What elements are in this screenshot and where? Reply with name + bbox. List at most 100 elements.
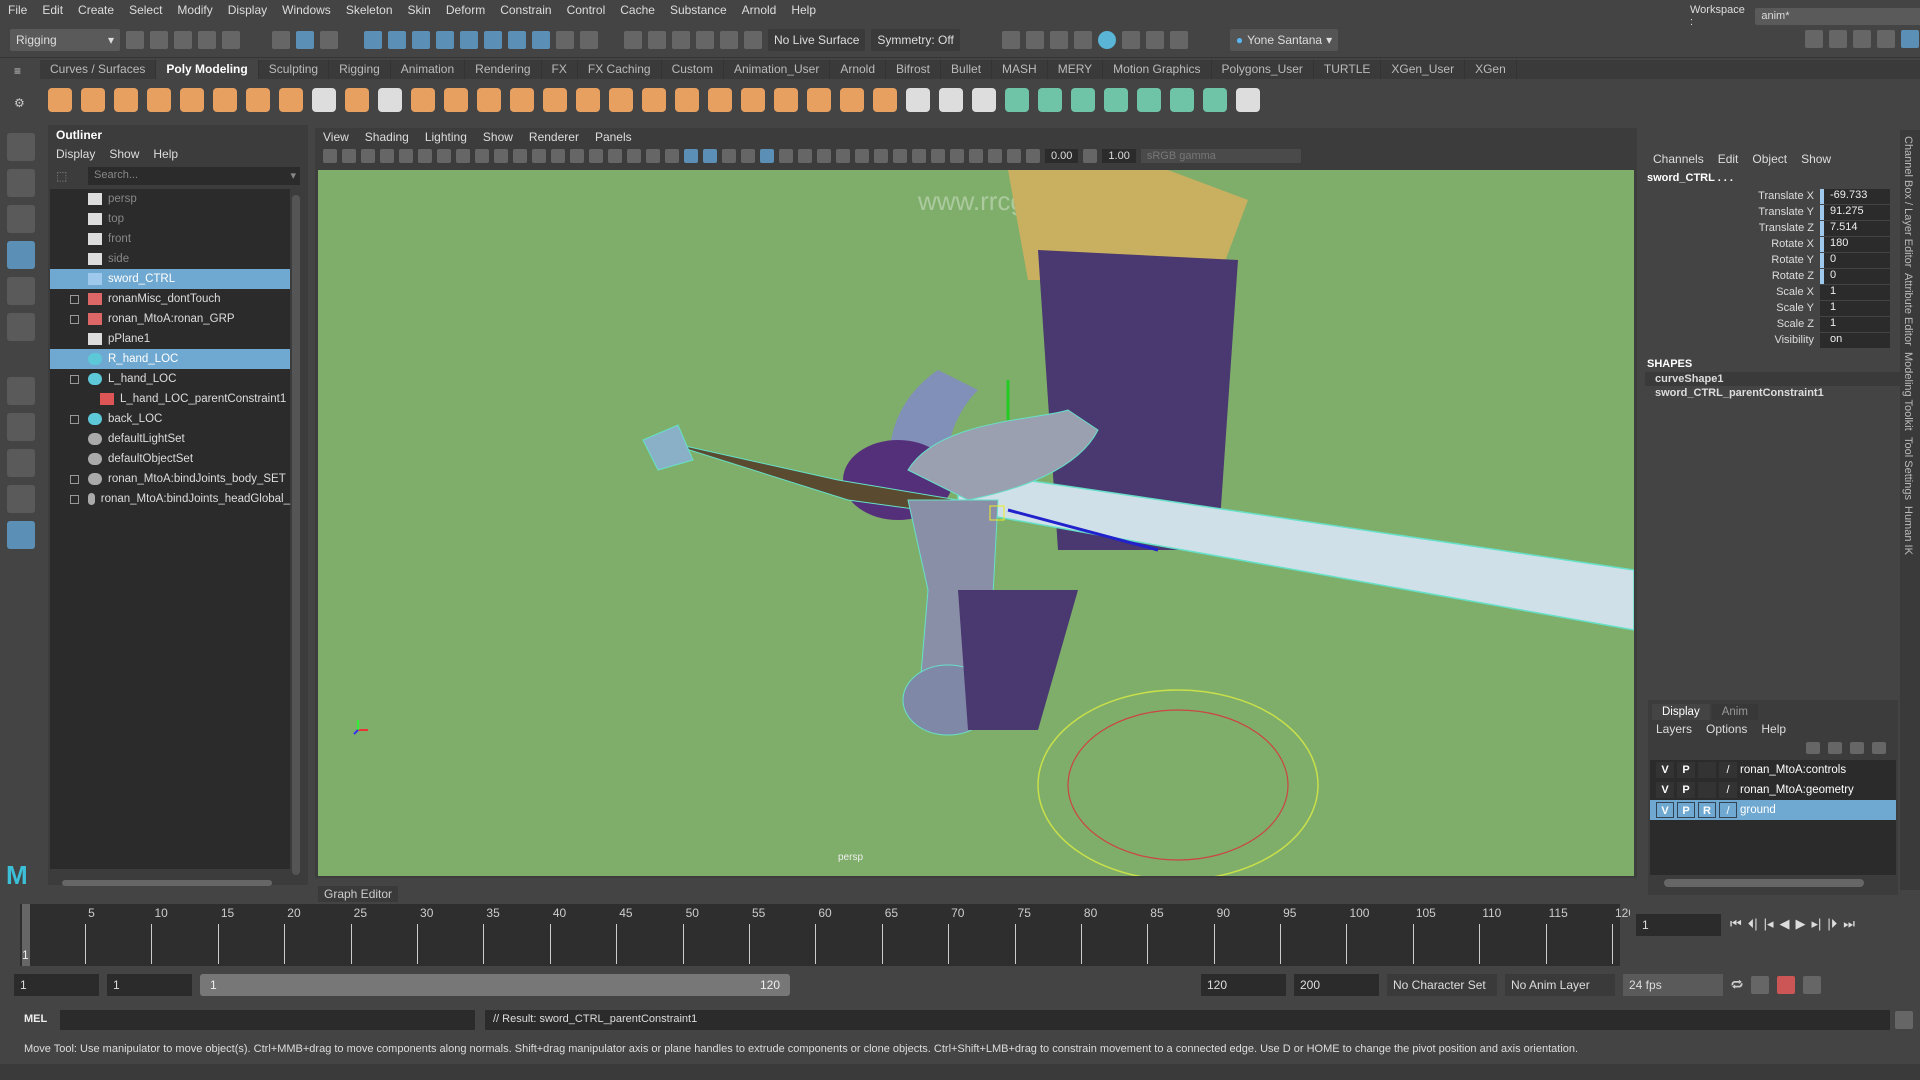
outliner-item[interactable]: ronan_MtoA:bindJoints_headGlobal_: [50, 489, 290, 509]
render-view-icon[interactable]: [1121, 30, 1140, 49]
graph-editor-tab[interactable]: Graph Editor: [318, 886, 399, 902]
viewport-tool-icon[interactable]: [1026, 149, 1040, 163]
menu-cache[interactable]: Cache: [620, 3, 655, 17]
channel-menu-object[interactable]: Object: [1752, 152, 1787, 166]
outliner-item[interactable]: front: [50, 229, 290, 249]
outliner-item[interactable]: L_hand_LOC_parentConstraint1: [50, 389, 290, 409]
viewport-menu-view[interactable]: View: [323, 130, 349, 144]
attribute-value-field[interactable]: 1: [1820, 284, 1890, 300]
save-scene-icon[interactable]: [174, 30, 192, 49]
viewport-tool-icon[interactable]: [342, 149, 356, 163]
channel-attribute[interactable]: Translate Z 7.514: [1645, 220, 1900, 236]
channel-attribute[interactable]: Scale X 1: [1645, 284, 1900, 300]
channel-attribute[interactable]: Rotate X 180: [1645, 236, 1900, 252]
outliner-search-input[interactable]: Search... ▾: [88, 167, 300, 185]
time-slider[interactable]: 1 5 10 15 20 25 30 35 40 45 50 55 60 65 70 75 80 85 90 95 1…: [20, 904, 1635, 966]
visibility-toggle[interactable]: V: [1656, 782, 1674, 798]
shelf-tool-icon[interactable]: [510, 88, 534, 112]
playback-toggle[interactable]: P: [1677, 762, 1695, 778]
attribute-value-field[interactable]: 7.514: [1820, 220, 1890, 236]
new-layer-selected-icon[interactable]: [1872, 742, 1886, 754]
layer-color-swatch[interactable]: /: [1719, 782, 1737, 798]
play-backwards-icon[interactable]: ◀: [1780, 916, 1790, 932]
select-hierarchy-icon[interactable]: [272, 30, 290, 49]
gamma-icon[interactable]: [1083, 149, 1098, 163]
magnet-icon[interactable]: [624, 30, 642, 49]
channel-box-toggle-icon[interactable]: [1901, 30, 1919, 48]
layer-menu-help[interactable]: Help: [1761, 722, 1786, 736]
lock-icon[interactable]: [556, 30, 574, 49]
character-set-dropdown[interactable]: No Character Set: [1387, 974, 1497, 996]
shape-item[interactable]: curveShape1: [1645, 372, 1900, 386]
shelf-tool-icon[interactable]: [840, 88, 864, 112]
shelf-tool-icon[interactable]: [180, 88, 204, 112]
channel-attribute[interactable]: Translate X -69.733: [1645, 188, 1900, 204]
outliner-menu-help[interactable]: Help: [153, 147, 178, 161]
viewport-tool-icon[interactable]: [399, 149, 413, 163]
shelf-tab[interactable]: Poly Modeling: [156, 60, 259, 79]
viewport-tool-icon[interactable]: [456, 149, 470, 163]
side-tab[interactable]: Human IK: [1902, 506, 1914, 555]
highlight-icon[interactable]: [580, 30, 598, 49]
layer-menu-layers[interactable]: Layers: [1656, 722, 1692, 736]
viewport-tool-icon[interactable]: [893, 149, 907, 163]
shelf-tab[interactable]: MERY: [1048, 60, 1104, 79]
attribute-value-field[interactable]: 1: [1820, 316, 1890, 332]
playback-toggle[interactable]: P: [1677, 802, 1695, 818]
shelf-tool-icon[interactable]: [114, 88, 138, 112]
workspace-dropdown[interactable]: anim*▾: [1755, 7, 1920, 25]
shelf-tab[interactable]: Animation_User: [724, 60, 831, 79]
outliner-item[interactable]: side: [50, 249, 290, 269]
attribute-value-field[interactable]: 0: [1820, 252, 1890, 268]
viewport-tool-icon[interactable]: [931, 149, 945, 163]
shelf-tool-icon[interactable]: [312, 88, 336, 112]
viewport-tool-icon[interactable]: [646, 149, 660, 163]
loop-icon[interactable]: 🔁︎: [1731, 977, 1743, 994]
snap-surface-icon[interactable]: [436, 30, 454, 49]
viewport-tool-icon[interactable]: [418, 149, 432, 163]
reference-toggle[interactable]: R: [1698, 802, 1716, 818]
viewport-tool-icon[interactable]: [817, 149, 831, 163]
viewport-tool-icon[interactable]: [532, 149, 546, 163]
arnold-icon[interactable]: [1145, 30, 1164, 49]
outliner-item[interactable]: L_hand_LOC: [50, 369, 290, 389]
viewport-menu-shading[interactable]: Shading: [365, 130, 409, 144]
layer-menu-options[interactable]: Options: [1706, 722, 1747, 736]
viewport-tool-icon[interactable]: [684, 149, 698, 163]
new-layer-icon[interactable]: [1850, 742, 1864, 754]
step-forward-key-icon[interactable]: |⏵: [1827, 916, 1837, 932]
exposure-field[interactable]: 0.00: [1045, 149, 1079, 163]
undo-icon[interactable]: [198, 30, 216, 49]
new-scene-icon[interactable]: [126, 30, 144, 49]
shelf-tool-icon[interactable]: [939, 88, 963, 112]
shelf-tab[interactable]: FX: [542, 60, 578, 79]
playback-start-field[interactable]: 1: [107, 974, 192, 996]
menu-skin[interactable]: Skin: [408, 3, 431, 17]
outliner-item[interactable]: defaultLightSet: [50, 429, 290, 449]
mask-icon[interactable]: [484, 30, 502, 49]
side-tab[interactable]: Modeling Toolkit: [1902, 352, 1914, 431]
snap-edge-icon[interactable]: [696, 30, 714, 49]
shelf-tool-icon[interactable]: [873, 88, 897, 112]
viewport-tool-icon[interactable]: [437, 149, 451, 163]
pause-icon[interactable]: [1169, 30, 1188, 49]
shelf-settings-gear-icon[interactable]: ⚙: [14, 96, 25, 110]
channel-menu-channels[interactable]: Channels: [1653, 152, 1704, 166]
layer-color-swatch[interactable]: /: [1719, 762, 1737, 778]
viewport-menu-show[interactable]: Show: [483, 130, 513, 144]
viewport-tool-icon[interactable]: [475, 149, 489, 163]
shelf-tool-icon[interactable]: [741, 88, 765, 112]
select-tool-icon[interactable]: [7, 133, 35, 161]
filter-icon[interactable]: ⬚: [56, 169, 67, 183]
gamma-field[interactable]: 1.00: [1102, 149, 1136, 163]
color-space-dropdown[interactable]: sRGB gamma: [1140, 149, 1301, 163]
outliner-vertical-scrollbar[interactable]: [292, 195, 300, 875]
viewport-tool-icon[interactable]: [950, 149, 964, 163]
channel-attribute[interactable]: Rotate Z 0: [1645, 268, 1900, 284]
go-to-end-icon[interactable]: ⏭: [1843, 916, 1855, 932]
expand-toggle-icon[interactable]: [70, 294, 79, 304]
attribute-value-field[interactable]: 1: [1820, 300, 1890, 316]
snap-projected-icon[interactable]: [672, 30, 690, 49]
attribute-value-field[interactable]: 91.275: [1820, 204, 1890, 220]
outliner-item[interactable]: ronanMisc_dontTouch: [50, 289, 290, 309]
